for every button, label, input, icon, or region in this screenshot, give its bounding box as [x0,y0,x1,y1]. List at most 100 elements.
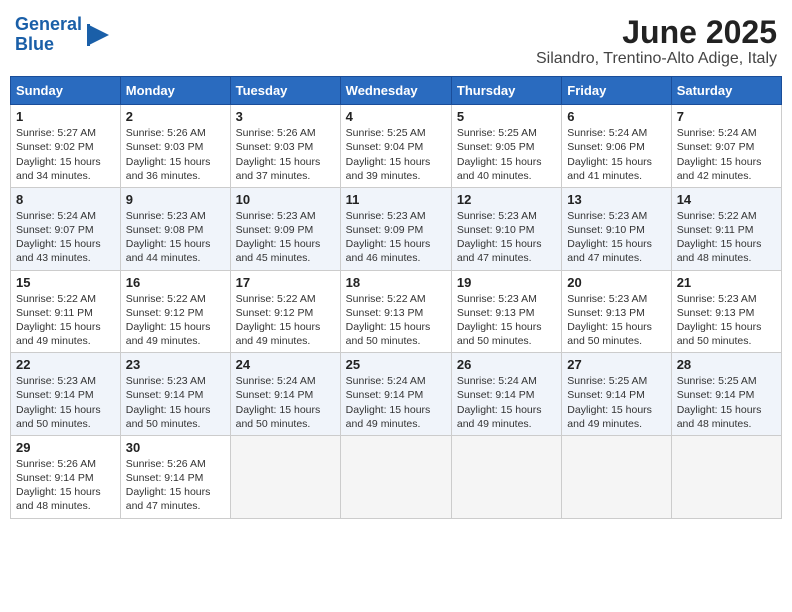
calendar-cell: 29 Sunrise: 5:26 AM Sunset: 9:14 PM Dayli… [11,435,121,518]
calendar-cell: 12 Sunrise: 5:23 AM Sunset: 9:10 PM Dayli… [451,187,561,270]
logo-text2: Blue [15,35,82,55]
day-number: 28 [677,357,776,372]
day-number: 13 [567,192,665,207]
day-info: Sunrise: 5:22 AM Sunset: 9:12 PM Dayligh… [126,292,225,349]
day-number: 22 [16,357,115,372]
day-info: Sunrise: 5:22 AM Sunset: 9:13 PM Dayligh… [346,292,446,349]
day-number: 17 [236,275,335,290]
day-number: 24 [236,357,335,372]
day-number: 1 [16,109,115,124]
day-number: 9 [126,192,225,207]
calendar-cell: 5Sunrise: 5:25 AM Sunset: 9:05 PM Daylig… [451,105,561,188]
day-info: Sunrise: 5:23 AM Sunset: 9:10 PM Dayligh… [567,209,665,266]
weekday-header-friday: Friday [562,77,671,105]
calendar-cell: 27 Sunrise: 5:25 AM Sunset: 9:14 PM Dayli… [562,353,671,436]
calendar-cell: 23Sunrise: 5:23 AM Sunset: 9:14 PM Dayli… [120,353,230,436]
day-number: 29 [16,440,115,455]
day-number: 16 [126,275,225,290]
day-info: Sunrise: 5:25 AM Sunset: 9:05 PM Dayligh… [457,126,556,183]
day-info: Sunrise: 5:26 AM Sunset: 9:03 PM Dayligh… [236,126,335,183]
calendar-cell: 1 Sunrise: 5:27 AM Sunset: 9:02 PM Daylig… [11,105,121,188]
day-info: Sunrise: 5:25 AM Sunset: 9:14 PM Dayligh… [567,374,665,431]
calendar-cell [451,435,561,518]
day-number: 12 [457,192,556,207]
day-info: Sunrise: 5:23 AM Sunset: 9:13 PM Dayligh… [567,292,665,349]
day-number: 10 [236,192,335,207]
calendar-row-2: 8 Sunrise: 5:24 AM Sunset: 9:07 PM Daylig… [11,187,782,270]
calendar-cell: 13 Sunrise: 5:23 AM Sunset: 9:10 PM Dayli… [562,187,671,270]
calendar-cell: 11 Sunrise: 5:23 AM Sunset: 9:09 PM Dayli… [340,187,451,270]
day-info: Sunrise: 5:23 AM Sunset: 9:13 PM Dayligh… [677,292,776,349]
calendar-cell: 25 Sunrise: 5:24 AM Sunset: 9:14 PM Dayli… [340,353,451,436]
calendar-cell: 24 Sunrise: 5:24 AM Sunset: 9:14 PM Dayli… [230,353,340,436]
day-number: 23 [126,357,225,372]
day-number: 7 [677,109,776,124]
calendar-cell: 8 Sunrise: 5:24 AM Sunset: 9:07 PM Daylig… [11,187,121,270]
day-number: 14 [677,192,776,207]
calendar-row-3: 15 Sunrise: 5:22 AM Sunset: 9:11 PM Dayli… [11,270,782,353]
title-area: June 2025 Silandro, Trentino-Alto Adige,… [536,15,777,68]
day-number: 8 [16,192,115,207]
calendar: SundayMondayTuesdayWednesdayThursdayFrid… [10,76,782,518]
calendar-cell: 15 Sunrise: 5:22 AM Sunset: 9:11 PM Dayli… [11,270,121,353]
calendar-row-1: 1 Sunrise: 5:27 AM Sunset: 9:02 PM Daylig… [11,105,782,188]
calendar-cell: 2 Sunrise: 5:26 AM Sunset: 9:03 PM Daylig… [120,105,230,188]
calendar-cell: 28 Sunrise: 5:25 AM Sunset: 9:14 PM Dayli… [671,353,781,436]
calendar-cell: 16 Sunrise: 5:22 AM Sunset: 9:12 PM Dayli… [120,270,230,353]
day-info: Sunrise: 5:23 AM Sunset: 9:14 PM Dayligh… [16,374,115,431]
day-number: 25 [346,357,446,372]
day-info: Sunrise: 5:24 AM Sunset: 9:14 PM Dayligh… [236,374,335,431]
day-info: Sunrise: 5:24 AM Sunset: 9:07 PM Dayligh… [16,209,115,266]
day-info: Sunrise: 5:22 AM Sunset: 9:11 PM Dayligh… [16,292,115,349]
calendar-cell: 17 Sunrise: 5:22 AM Sunset: 9:12 PM Dayli… [230,270,340,353]
day-info: Sunrise: 5:24 AM Sunset: 9:14 PM Dayligh… [346,374,446,431]
calendar-cell: 26Sunrise: 5:24 AM Sunset: 9:14 PM Dayli… [451,353,561,436]
calendar-cell: 20Sunrise: 5:23 AM Sunset: 9:13 PM Dayli… [562,270,671,353]
day-number: 21 [677,275,776,290]
calendar-row-5: 29 Sunrise: 5:26 AM Sunset: 9:14 PM Dayli… [11,435,782,518]
day-info: Sunrise: 5:26 AM Sunset: 9:14 PM Dayligh… [16,457,115,514]
day-number: 11 [346,192,446,207]
day-info: Sunrise: 5:23 AM Sunset: 9:08 PM Dayligh… [126,209,225,266]
logo-icon [84,20,114,50]
day-info: Sunrise: 5:26 AM Sunset: 9:03 PM Dayligh… [126,126,225,183]
calendar-cell: 7Sunrise: 5:24 AM Sunset: 9:07 PM Daylig… [671,105,781,188]
logo-text: General [15,15,82,35]
calendar-cell: 10Sunrise: 5:23 AM Sunset: 9:09 PM Dayli… [230,187,340,270]
calendar-cell: 22 Sunrise: 5:23 AM Sunset: 9:14 PM Dayli… [11,353,121,436]
weekday-header-monday: Monday [120,77,230,105]
month-title: June 2025 [536,15,777,50]
day-number: 30 [126,440,225,455]
logo: General Blue [15,15,114,55]
weekday-header-sunday: Sunday [11,77,121,105]
day-number: 6 [567,109,665,124]
day-info: Sunrise: 5:23 AM Sunset: 9:10 PM Dayligh… [457,209,556,266]
day-info: Sunrise: 5:23 AM Sunset: 9:13 PM Dayligh… [457,292,556,349]
day-number: 27 [567,357,665,372]
calendar-cell: 9 Sunrise: 5:23 AM Sunset: 9:08 PM Daylig… [120,187,230,270]
calendar-cell [671,435,781,518]
calendar-cell [562,435,671,518]
day-info: Sunrise: 5:27 AM Sunset: 9:02 PM Dayligh… [16,126,115,183]
day-info: Sunrise: 5:24 AM Sunset: 9:14 PM Dayligh… [457,374,556,431]
day-number: 3 [236,109,335,124]
day-number: 4 [346,109,446,124]
day-info: Sunrise: 5:23 AM Sunset: 9:09 PM Dayligh… [346,209,446,266]
day-number: 19 [457,275,556,290]
header: General Blue June 2025 Silandro, Trentin… [10,10,782,68]
calendar-row-4: 22 Sunrise: 5:23 AM Sunset: 9:14 PM Dayli… [11,353,782,436]
day-number: 18 [346,275,446,290]
weekday-header-row: SundayMondayTuesdayWednesdayThursdayFrid… [11,77,782,105]
day-info: Sunrise: 5:25 AM Sunset: 9:04 PM Dayligh… [346,126,446,183]
calendar-cell: 4 Sunrise: 5:25 AM Sunset: 9:04 PM Daylig… [340,105,451,188]
day-info: Sunrise: 5:22 AM Sunset: 9:12 PM Dayligh… [236,292,335,349]
day-number: 15 [16,275,115,290]
day-info: Sunrise: 5:25 AM Sunset: 9:14 PM Dayligh… [677,374,776,431]
day-number: 2 [126,109,225,124]
calendar-cell: 21 Sunrise: 5:23 AM Sunset: 9:13 PM Dayli… [671,270,781,353]
calendar-cell: 19 Sunrise: 5:23 AM Sunset: 9:13 PM Dayli… [451,270,561,353]
weekday-header-wednesday: Wednesday [340,77,451,105]
calendar-cell [230,435,340,518]
calendar-cell: 6Sunrise: 5:24 AM Sunset: 9:06 PM Daylig… [562,105,671,188]
calendar-cell [340,435,451,518]
